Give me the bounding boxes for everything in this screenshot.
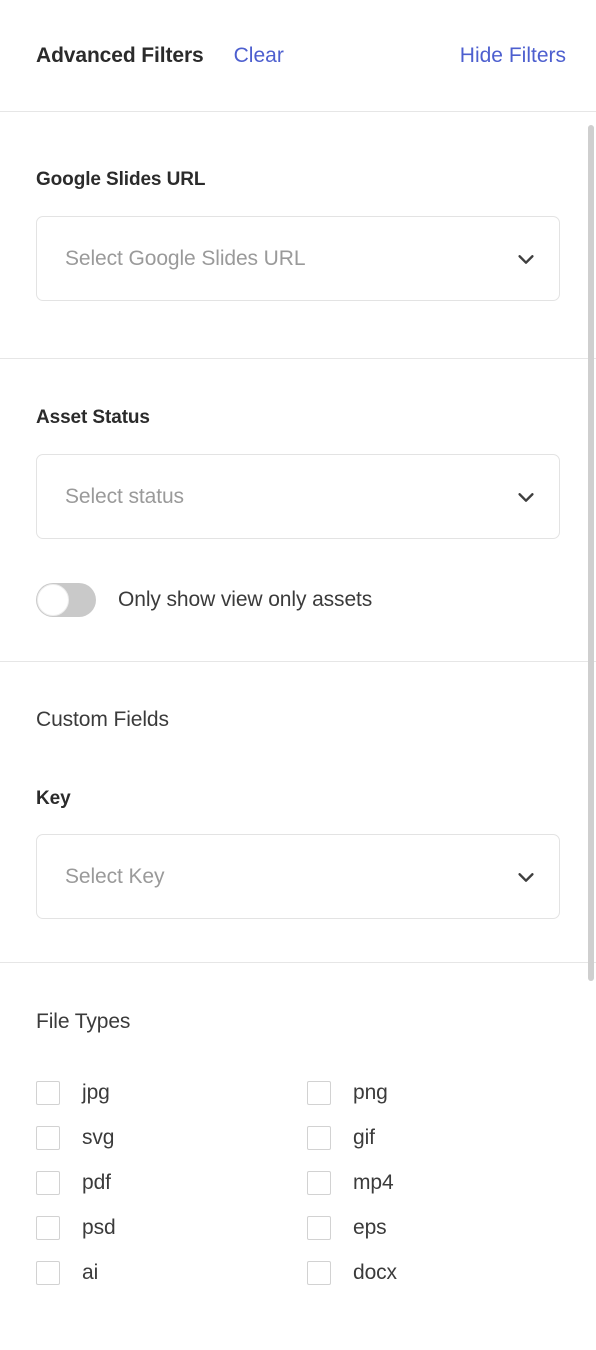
file-type-option[interactable]: pdf [36, 1171, 307, 1195]
checkbox-icon[interactable] [36, 1216, 60, 1240]
file-type-label: docx [353, 1261, 397, 1284]
clear-filters-button[interactable]: Clear [234, 44, 284, 68]
view-only-assets-toggle-row: Only show view only assets [36, 583, 560, 617]
file-type-label: psd [82, 1216, 116, 1239]
file-type-label: svg [82, 1126, 115, 1149]
custom-fields-key-select[interactable]: Select Key [36, 834, 560, 919]
chevron-down-icon [515, 486, 537, 508]
file-type-label: gif [353, 1126, 375, 1149]
custom-fields-label: Custom Fields [36, 708, 169, 731]
file-type-label: mp4 [353, 1171, 394, 1194]
file-types-grid: jpg png svg gif pdf mp4 psd eps ai docx [36, 1081, 560, 1285]
asset-status-label: Asset Status [36, 407, 150, 428]
custom-fields-key-placeholder: Select Key [65, 864, 165, 888]
section-file-types: File Types jpg png svg gif pdf mp4 psd e… [0, 963, 596, 1285]
file-type-label: eps [353, 1216, 387, 1239]
custom-fields-key-label: Key [36, 788, 71, 809]
checkbox-icon[interactable] [307, 1126, 331, 1150]
file-type-option[interactable]: gif [307, 1126, 560, 1150]
checkbox-icon[interactable] [307, 1081, 331, 1105]
section-asset-status: Asset Status Select status Only show vie… [0, 359, 596, 661]
file-type-option[interactable]: psd [36, 1216, 307, 1240]
hide-filters-button[interactable]: Hide Filters [460, 44, 568, 68]
view-only-assets-toggle[interactable] [36, 583, 96, 617]
checkbox-icon[interactable] [307, 1261, 331, 1285]
advanced-filters-panel: Advanced Filters Clear Hide Filters Goog… [0, 0, 596, 1350]
section-google-slides-url: Google Slides URL Select Google Slides U… [0, 112, 596, 358]
asset-status-placeholder: Select status [65, 484, 184, 508]
file-type-option[interactable]: ai [36, 1261, 307, 1285]
checkbox-icon[interactable] [36, 1126, 60, 1150]
file-type-option[interactable]: svg [36, 1126, 307, 1150]
checkbox-icon[interactable] [307, 1171, 331, 1195]
file-types-label: File Types [36, 1010, 131, 1033]
file-type-option[interactable]: png [307, 1081, 560, 1105]
chevron-down-icon [515, 866, 537, 888]
file-type-option[interactable]: docx [307, 1261, 560, 1285]
panel-header: Advanced Filters Clear Hide Filters [0, 0, 596, 111]
toggle-knob [37, 584, 69, 616]
google-slides-url-placeholder: Select Google Slides URL [65, 246, 306, 270]
chevron-down-icon [515, 248, 537, 270]
scrollbar-thumb[interactable] [588, 125, 594, 981]
checkbox-icon[interactable] [36, 1081, 60, 1105]
checkbox-icon[interactable] [36, 1261, 60, 1285]
scrollbar-track[interactable] [588, 112, 594, 1350]
section-custom-fields: Custom Fields Key Select Key [0, 662, 596, 962]
file-type-option[interactable]: jpg [36, 1081, 307, 1105]
google-slides-url-select[interactable]: Select Google Slides URL [36, 216, 560, 301]
file-type-label: ai [82, 1261, 99, 1284]
google-slides-url-label: Google Slides URL [36, 169, 206, 190]
file-type-label: png [353, 1081, 388, 1104]
checkbox-icon[interactable] [36, 1171, 60, 1195]
file-type-label: jpg [82, 1081, 110, 1104]
asset-status-select[interactable]: Select status [36, 454, 560, 539]
file-type-label: pdf [82, 1171, 111, 1194]
view-only-assets-label: Only show view only assets [118, 588, 373, 611]
page-title: Advanced Filters [36, 43, 204, 67]
checkbox-icon[interactable] [307, 1216, 331, 1240]
file-type-option[interactable]: eps [307, 1216, 560, 1240]
file-type-option[interactable]: mp4 [307, 1171, 560, 1195]
